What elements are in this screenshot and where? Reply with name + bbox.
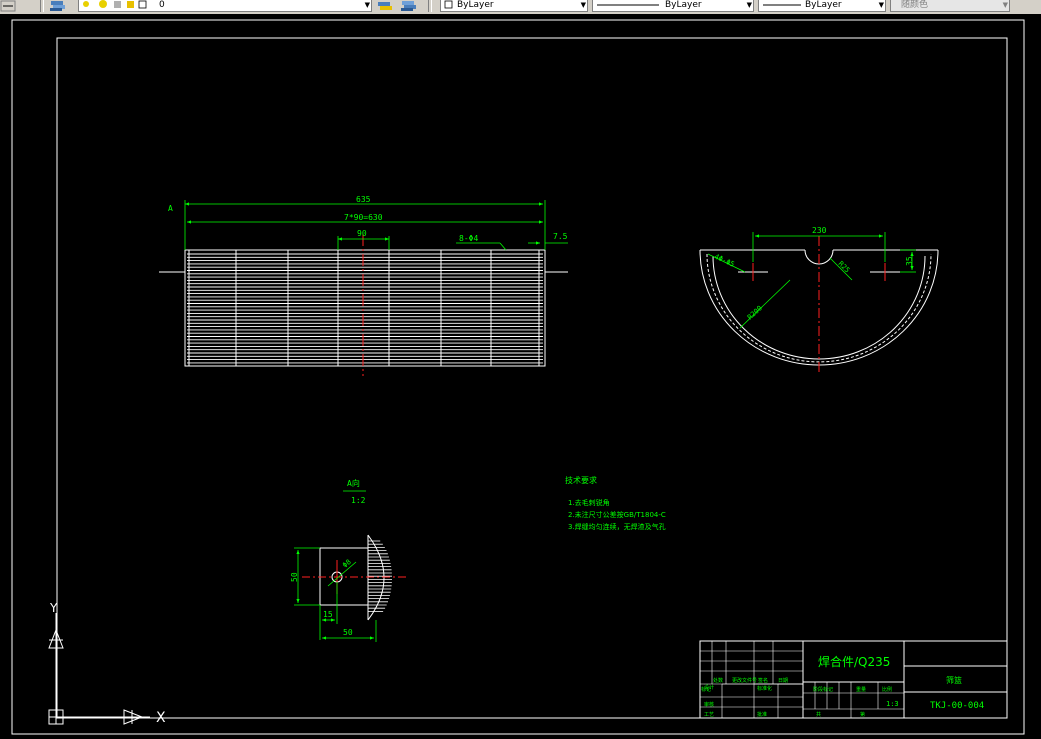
tb-label-date: 日期: [778, 678, 788, 684]
toolbar-left-fragment: [0, 0, 20, 12]
title-block: 标记 处数 更改文件号 签名 日期 设计 标准化 审核 工艺 批准 阶段标记 重…: [699, 640, 1008, 719]
chevron-down-icon: ▼: [580, 1, 586, 9]
tb-label-design: 设计: [704, 684, 714, 691]
tb-label-weight: 重量: [856, 686, 866, 693]
drawing-svg: A 635 7*90=630 90 8-Φ4 7.5 230 35 4Φ-Φ5 …: [11, 19, 1025, 735]
tb-label-process: 工艺: [704, 712, 714, 718]
dim-width-text: 230: [812, 226, 827, 235]
dim-pitch-text: 90: [357, 229, 367, 238]
lineweight-control-dropdown[interactable]: ByLayer ▼: [758, 0, 886, 12]
chevron-down-icon: ▼: [746, 1, 752, 9]
plotstyle-value: 随颜色: [901, 0, 929, 10]
dim-holes-side-text: 4Φ-Φ5: [713, 253, 735, 269]
chevron-down-icon: ▼: [1002, 1, 1008, 9]
color-swatch-icon: [444, 0, 453, 9]
chevron-down-icon: ▼: [364, 1, 370, 9]
ucs-icon: [48, 613, 150, 725]
layer-freeze-icon: [99, 0, 107, 8]
layer-name: 0: [159, 0, 165, 10]
ucs-y-label: Y: [49, 601, 58, 615]
main-view: A 635 7*90=630 90 8-Φ4 7.5: [159, 195, 568, 376]
dim-pitch-total-text: 7*90=630: [344, 213, 383, 222]
viewport-border: [11, 19, 1025, 735]
tb-drawing-number: TKJ-00-004: [930, 701, 984, 711]
layer-on-icon: [83, 1, 89, 7]
detail-view-a: A向 1:2 50 Φ8 15 50: [290, 478, 407, 642]
dim-overall-text: 635: [356, 195, 371, 204]
technical-requirements: 技术要求 1.去毛刺锐角 2.未注尺寸公差按GB/T1804-C 3.焊缝均匀连…: [565, 475, 666, 531]
detail-fins: [368, 540, 392, 612]
layer-previous-icon[interactable]: [400, 0, 420, 12]
color-control-dropdown[interactable]: ByLayer ▼: [440, 0, 588, 12]
tech-notes-title: 技术要求: [565, 475, 597, 485]
detail-scale: 1:2: [351, 496, 366, 505]
dimension-holes: [456, 242, 507, 251]
tech-note-2: 2.未注尺寸公差按GB/T1804-C: [568, 510, 666, 519]
tb-scale-value: 1:3: [886, 700, 899, 708]
tb-label-sheet-no: 第: [860, 711, 865, 718]
title-block-labels: 标记 处数 更改文件号 签名 日期 设计 标准化 审核 工艺 批准 阶段标记 重…: [701, 677, 892, 718]
tb-label-approve: 批准: [757, 711, 767, 718]
toolbar-separator: [428, 0, 432, 12]
linetype-value: ByLayer: [665, 0, 702, 10]
tb-label-change-doc: 更改文件号: [732, 677, 757, 684]
tb-label-scale: 比例: [882, 686, 892, 693]
toolbar-separator: [40, 0, 44, 12]
tech-note-1: 1.去毛刺锐角: [568, 498, 610, 507]
side-view: 230 35 4Φ-Φ5 R25 R200: [699, 226, 939, 372]
make-object-layer-current-icon[interactable]: [376, 0, 396, 12]
layer-lock-icon: [127, 1, 134, 8]
tb-label-sign: 签名: [758, 677, 768, 684]
horizontal-bars: [187, 253, 543, 364]
layer-dropdown[interactable]: 0 ▼: [78, 0, 372, 12]
ucs-x-label: X: [156, 710, 166, 726]
detail-dim-hole: Φ8: [341, 558, 353, 570]
detail-dim-width: 50: [343, 628, 353, 637]
tb-material: 焊合件/Q235: [818, 654, 890, 669]
dim-r-small-text: R25: [837, 260, 852, 275]
chevron-down-icon: ▼: [878, 1, 884, 9]
tech-note-3: 3.焊缝均匀连续，无焊渣及气孔: [568, 522, 666, 531]
leader-radius: [739, 279, 791, 329]
tb-part-name: 筛篮: [946, 675, 962, 685]
title-block-grid: [700, 641, 904, 718]
detail-dim-offset: 15: [323, 610, 333, 619]
layer-manager-icon[interactable]: [48, 0, 68, 12]
properties-toolbar: 0 ▼ ByLayer ▼ ByLayer ▼ ByLayer ▼ 随颜色 ▼: [0, 0, 1041, 15]
dim-edge-text: 7.5: [553, 232, 568, 241]
view-label-a: A: [168, 204, 173, 213]
layer-vp-freeze-icon: [114, 1, 121, 8]
drawing-canvas[interactable]: A 635 7*90=630 90 8-Φ4 7.5 230 35 4Φ-Φ5 …: [0, 14, 1041, 739]
dim-radius-text: R200: [746, 304, 764, 321]
dim-height-text: 35: [905, 256, 914, 266]
detail-dim-height: 50: [290, 572, 299, 582]
lineweight-value: ByLayer: [805, 0, 842, 10]
linetype-control-dropdown[interactable]: ByLayer ▼: [592, 0, 754, 12]
color-value: ByLayer: [457, 0, 494, 10]
tb-label-stage: 阶段标记: [813, 686, 833, 693]
tb-label-standard: 标准化: [757, 685, 772, 692]
tb-label-count: 处数: [713, 677, 723, 684]
dim-holes-text: 8-Φ4: [459, 234, 478, 243]
layer-color-swatch: [138, 0, 147, 9]
dimension-overall: [184, 200, 546, 250]
tb-label-review: 审核: [704, 701, 714, 708]
detail-title: A向: [347, 478, 360, 488]
plotstyle-control-dropdown: 随颜色 ▼: [890, 0, 1010, 12]
tb-label-sheet-total: 共: [816, 711, 821, 718]
drawing-frame: [56, 37, 1008, 719]
